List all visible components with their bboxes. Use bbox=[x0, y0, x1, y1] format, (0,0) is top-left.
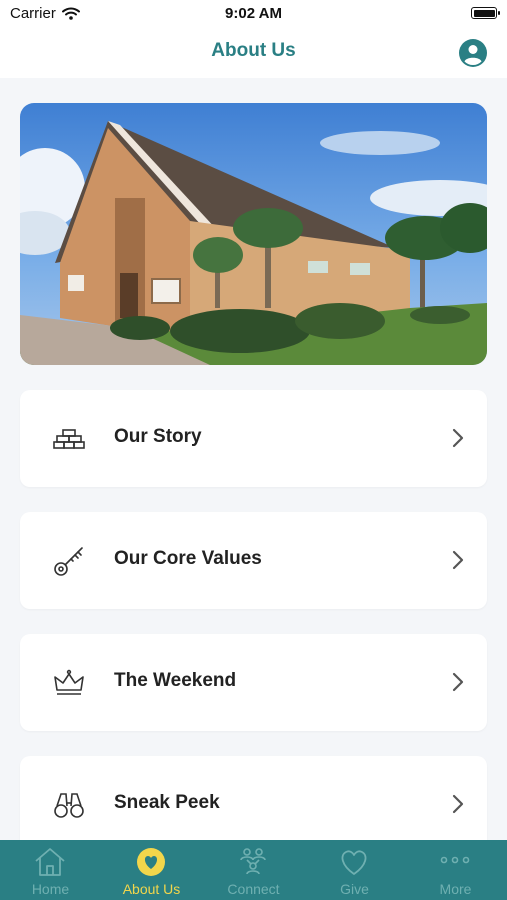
navigation-bar: About Us bbox=[0, 28, 507, 78]
battery-icon bbox=[471, 7, 500, 19]
key-icon bbox=[54, 547, 83, 576]
menu-item-our-story[interactable]: Our Story bbox=[20, 390, 487, 487]
menu-item-label: Our Core Values bbox=[114, 548, 262, 569]
menu-item-our-core-values[interactable]: Our Core Values bbox=[20, 512, 487, 609]
tab-label: Give bbox=[340, 881, 369, 897]
status-bar: Carrier 9:02 AM bbox=[0, 0, 507, 28]
tab-connect[interactable]: Connect bbox=[203, 840, 304, 900]
binoculars-icon bbox=[54, 793, 84, 818]
tab-label: Connect bbox=[227, 881, 280, 897]
page-title: About Us bbox=[211, 40, 296, 61]
tab-bar: Home About Us Connect Give More bbox=[0, 840, 507, 900]
heart-circle-icon bbox=[137, 848, 165, 876]
chevron-right-icon bbox=[452, 428, 464, 448]
menu-item-label: Sneak Peek bbox=[114, 792, 220, 813]
menu-item-label: The Weekend bbox=[114, 670, 237, 691]
menu-item-sneak-peek[interactable]: Sneak Peek bbox=[20, 756, 487, 853]
profile-icon[interactable] bbox=[459, 39, 487, 67]
status-time: 9:02 AM bbox=[225, 5, 282, 22]
people-network-icon bbox=[240, 848, 266, 875]
tab-more[interactable]: More bbox=[405, 840, 506, 900]
chevron-right-icon bbox=[452, 672, 464, 692]
brick-wall-icon bbox=[53, 429, 85, 449]
menu-item-the-weekend[interactable]: The Weekend bbox=[20, 634, 487, 731]
chevron-right-icon bbox=[452, 550, 464, 570]
tab-label: Home bbox=[31, 881, 70, 897]
tab-label: More bbox=[439, 881, 472, 897]
church-photo bbox=[20, 103, 487, 365]
chevron-right-icon bbox=[452, 794, 464, 814]
crown-icon bbox=[54, 669, 84, 695]
tab-about-us[interactable]: About Us bbox=[101, 840, 202, 900]
home-icon bbox=[35, 848, 65, 876]
tab-home[interactable]: Home bbox=[0, 840, 101, 900]
ellipsis-icon bbox=[440, 856, 470, 864]
menu-item-label: Our Story bbox=[114, 426, 202, 447]
tab-label: About Us bbox=[122, 881, 181, 897]
tab-give[interactable]: Give bbox=[304, 840, 405, 900]
heart-outline-icon bbox=[341, 850, 367, 875]
